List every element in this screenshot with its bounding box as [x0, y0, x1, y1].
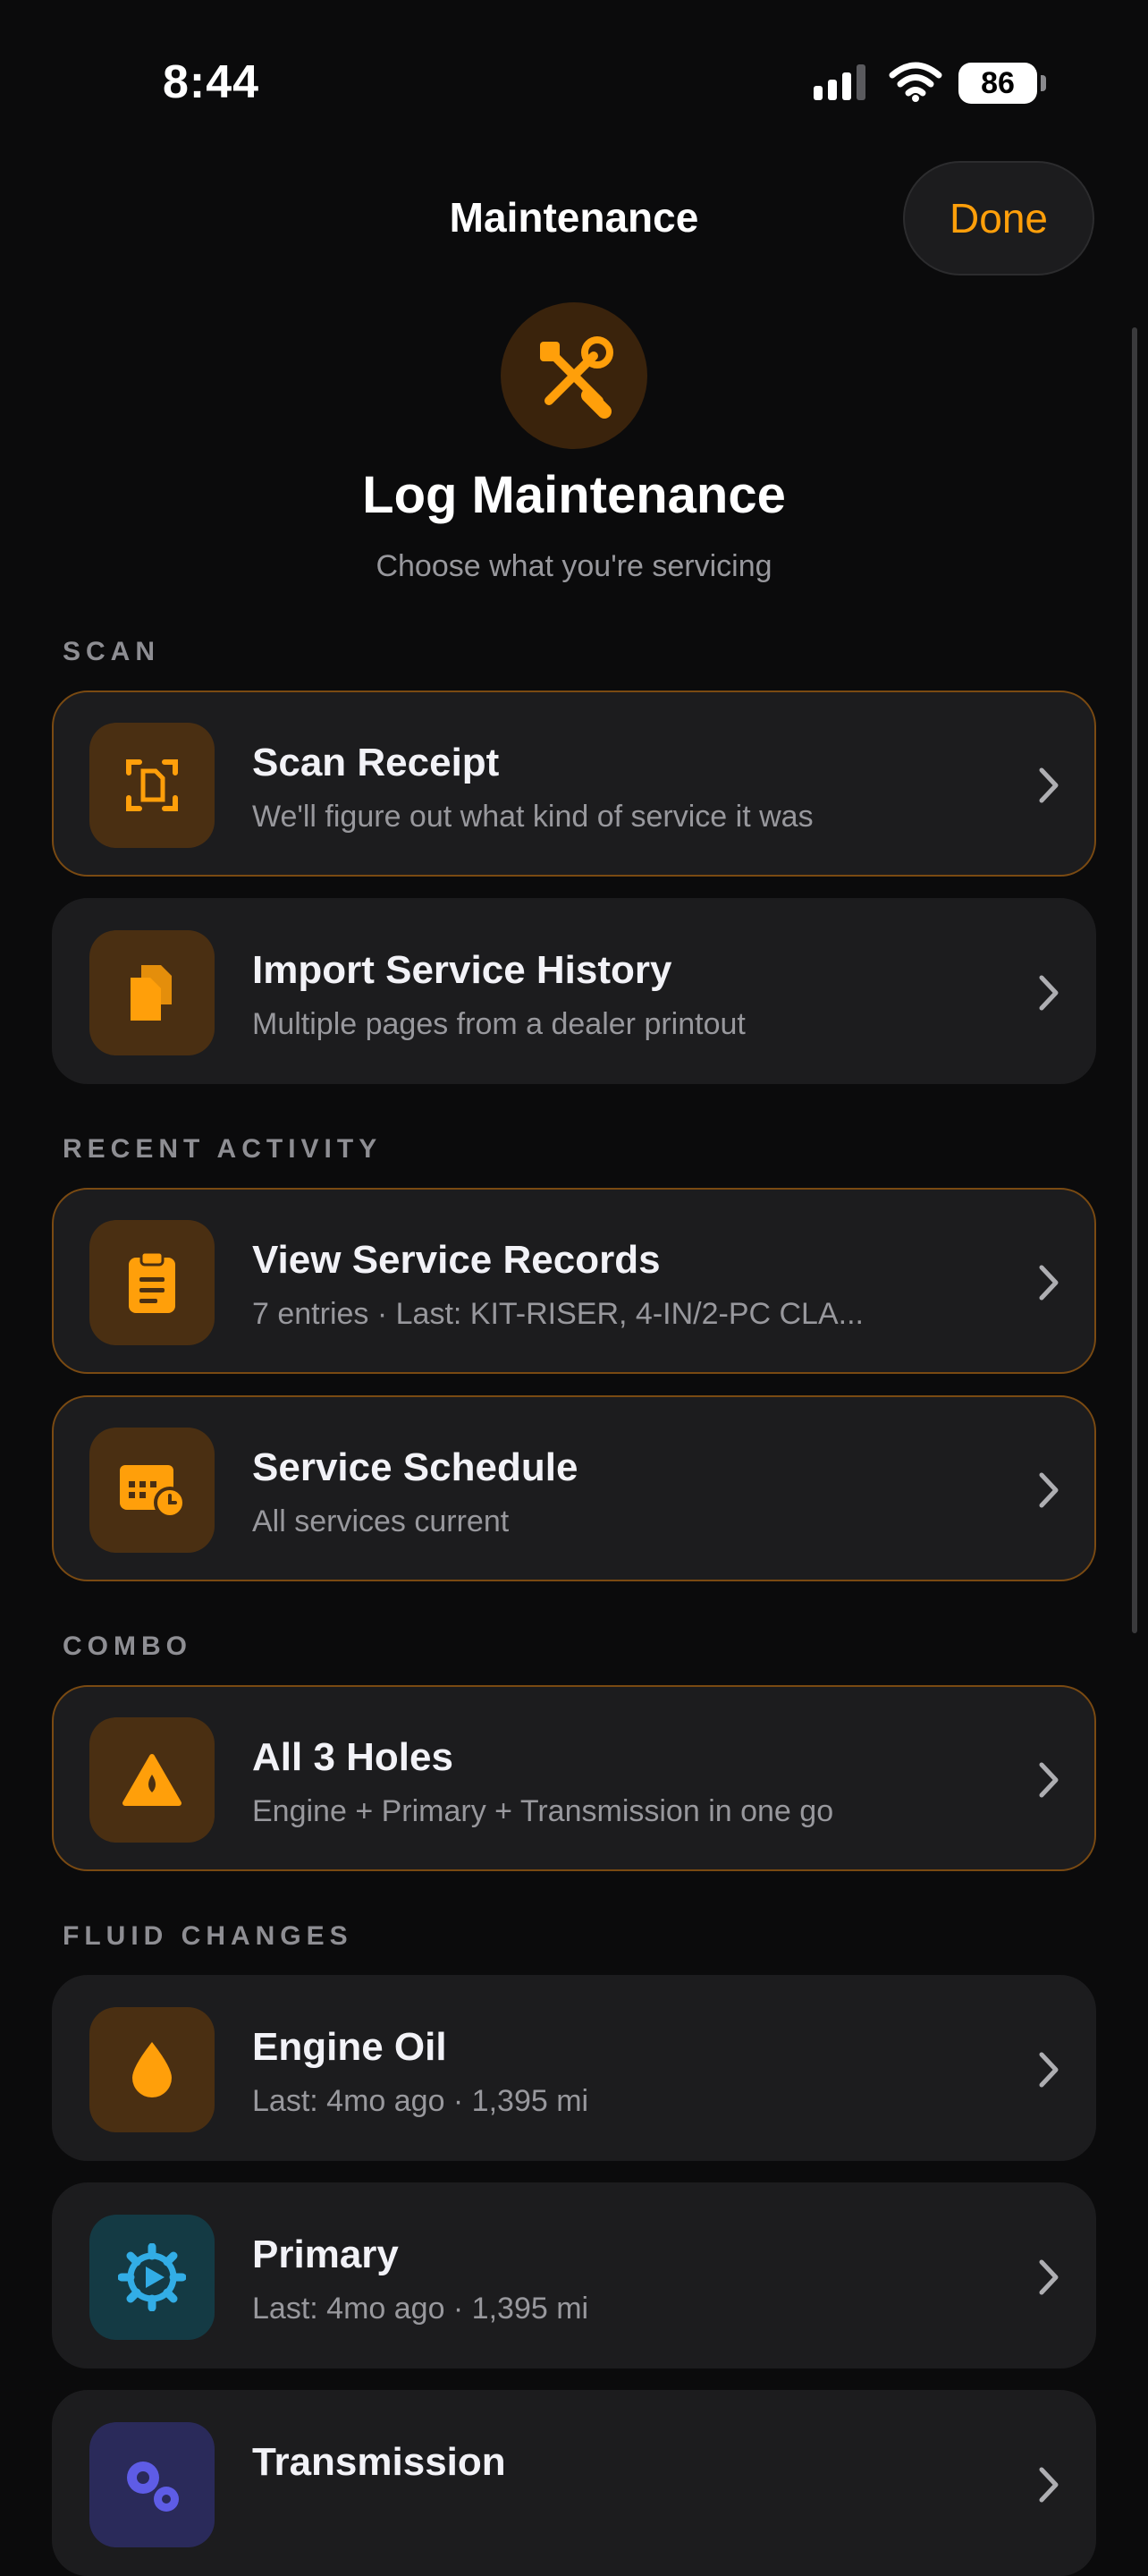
cellular-signal-icon — [814, 64, 865, 100]
chevron-right-icon — [1039, 1265, 1059, 1301]
chevron-right-icon — [1039, 767, 1059, 803]
status-bar: 8:44 86 — [0, 0, 1148, 161]
chevron-right-icon — [1039, 1762, 1059, 1798]
primary-title: Primary — [252, 2233, 399, 2276]
section-header-recent-activity: RECENT ACTIVITY — [63, 1134, 383, 1164]
doc-stack-icon — [89, 930, 215, 1055]
chevron-right-icon — [1039, 2467, 1059, 2503]
service-schedule-row[interactable]: Service Schedule All services current — [52, 1395, 1096, 1581]
wrench-screwdriver-icon — [501, 302, 647, 449]
import-history-subtitle: Multiple pages from a dealer printout — [252, 1007, 746, 1041]
wifi-icon — [889, 62, 942, 102]
hero-title: Log Maintenance — [362, 466, 786, 524]
view-service-records-row[interactable]: View Service Records 7 entries · Last: K… — [52, 1188, 1096, 1374]
scan-receipt-row[interactable]: Scan Receipt We'll figure out what kind … — [52, 691, 1096, 877]
scan-receipt-subtitle: We'll figure out what kind of service it… — [252, 800, 814, 834]
engine-oil-title: Engine Oil — [252, 2025, 447, 2069]
chevron-right-icon — [1039, 2259, 1059, 2295]
triangle-drop-icon — [89, 1717, 215, 1843]
doc-viewfinder-icon — [89, 723, 215, 848]
chevron-right-icon — [1039, 975, 1059, 1011]
section-header-combo: COMBO — [63, 1631, 192, 1661]
engine-oil-subtitle: Last: 4mo ago · 1,395 mi — [252, 2084, 589, 2118]
schedule-subtitle: All services current — [252, 1504, 510, 1538]
all-3-holes-row[interactable]: All 3 Holes Engine + Primary + Transmiss… — [52, 1685, 1096, 1871]
primary-subtitle: Last: 4mo ago · 1,395 mi — [252, 2292, 589, 2326]
status-time: 8:44 — [163, 56, 260, 108]
hero-subtitle: Choose what you're servicing — [376, 549, 772, 583]
gear-play-icon — [89, 2215, 215, 2340]
gears-icon — [89, 2422, 215, 2547]
chevron-right-icon — [1039, 1472, 1059, 1508]
engine-oil-row[interactable]: Engine Oil Last: 4mo ago · 1,395 mi — [52, 1975, 1096, 2161]
import-service-history-row[interactable]: Import Service History Multiple pages fr… — [52, 898, 1096, 1084]
view-records-title: View Service Records — [252, 1238, 661, 1282]
calendar-clock-icon — [89, 1428, 215, 1553]
scan-receipt-title: Scan Receipt — [252, 741, 500, 784]
section-header-fluid-changes: FLUID CHANGES — [63, 1921, 353, 1951]
all-3-holes-subtitle: Engine + Primary + Transmission in one g… — [252, 1794, 834, 1828]
drop-icon — [89, 2007, 215, 2132]
all-3-holes-title: All 3 Holes — [252, 1735, 453, 1779]
view-records-subtitle: 7 entries · Last: KIT-RISER, 4-IN/2-PC C… — [252, 1297, 864, 1331]
primary-row[interactable]: Primary Last: 4mo ago · 1,395 mi — [52, 2182, 1096, 2368]
clipboard-icon — [89, 1220, 215, 1345]
section-header-scan: SCAN — [63, 637, 161, 666]
import-history-title: Import Service History — [252, 948, 672, 992]
schedule-title: Service Schedule — [252, 1445, 578, 1489]
chevron-right-icon — [1039, 2052, 1059, 2088]
transmission-title: Transmission — [252, 2440, 506, 2484]
transmission-row[interactable]: Transmission — [52, 2390, 1096, 2576]
battery-indicator: 86 — [958, 63, 1046, 104]
done-button[interactable]: Done — [903, 161, 1094, 275]
